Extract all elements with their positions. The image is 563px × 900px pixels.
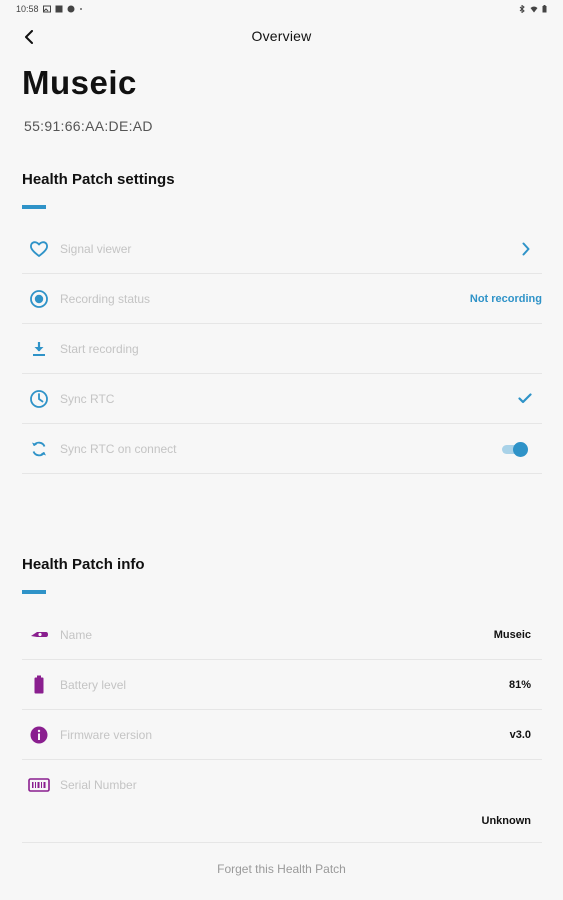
status-time: 10:58 — [16, 4, 39, 14]
info-section-title: Health Patch info — [22, 556, 145, 573]
settings-section-accent — [22, 205, 46, 209]
settings-section-title: Health Patch settings — [22, 171, 175, 188]
info-icon — [28, 724, 50, 746]
notification-icon — [67, 5, 75, 13]
device-name: Museic — [22, 64, 137, 101]
battery-icon — [28, 674, 50, 696]
patch-icon — [28, 624, 50, 646]
wifi-icon — [530, 6, 538, 13]
download-icon — [28, 338, 50, 360]
sync-rtc-on-connect-label: Sync RTC on connect — [60, 441, 177, 456]
toggle-thumb — [513, 441, 528, 457]
start-recording-label: Start recording — [60, 341, 139, 356]
recording-status-row: Recording status Not recording — [22, 274, 542, 324]
sync-rtc-on-connect-toggle[interactable] — [502, 441, 528, 457]
sync-icon — [28, 438, 50, 460]
name-value: Museic — [493, 628, 531, 641]
start-recording-row[interactable]: Start recording — [22, 324, 542, 374]
device-mac-address: 55:91:66:AA:DE:AD — [24, 118, 153, 134]
forget-health-patch-button[interactable]: Forget this Health Patch — [0, 862, 563, 876]
record-icon — [28, 288, 50, 310]
serial-number-label: Serial Number — [60, 778, 137, 792]
gallery-icon — [55, 5, 63, 13]
divider — [22, 842, 542, 843]
image-icon — [42, 5, 51, 13]
signal-viewer-label: Signal viewer — [60, 241, 132, 256]
app-bar: Overview — [0, 22, 563, 50]
sync-rtc-label: Sync RTC — [60, 391, 115, 406]
battery-level-row: Battery level 81% — [22, 660, 542, 710]
name-row: Name Museic — [22, 610, 542, 660]
recording-status-label: Recording status — [60, 291, 151, 306]
serial-number-value: Unknown — [481, 815, 532, 827]
chevron-right-icon — [522, 242, 530, 256]
barcode-icon — [28, 774, 50, 796]
firmware-version-label: Firmware version — [60, 727, 153, 742]
status-bar: 10:58 — [0, 0, 563, 18]
sync-rtc-on-connect-row: Sync RTC on connect — [22, 424, 542, 474]
serial-number-row: Serial Number — [22, 760, 542, 810]
firmware-version-row: Firmware version v3.0 — [22, 710, 542, 760]
recording-status-value: Not recording — [469, 292, 542, 305]
firmware-version-value: v3.0 — [509, 728, 531, 741]
heart-icon — [28, 238, 50, 260]
clock-icon — [28, 388, 50, 410]
battery-level-label: Battery level — [60, 677, 127, 692]
name-label: Name — [60, 627, 93, 642]
battery-status-icon — [542, 5, 547, 13]
page-title: Overview — [251, 28, 312, 44]
dot-icon — [79, 8, 82, 10]
signal-viewer-row[interactable]: Signal viewer — [22, 224, 542, 274]
bluetooth-icon — [519, 5, 525, 13]
sync-rtc-row[interactable]: Sync RTC — [22, 374, 542, 424]
info-section-accent — [22, 590, 46, 594]
battery-level-value: 81% — [508, 678, 531, 691]
check-icon — [518, 393, 532, 404]
